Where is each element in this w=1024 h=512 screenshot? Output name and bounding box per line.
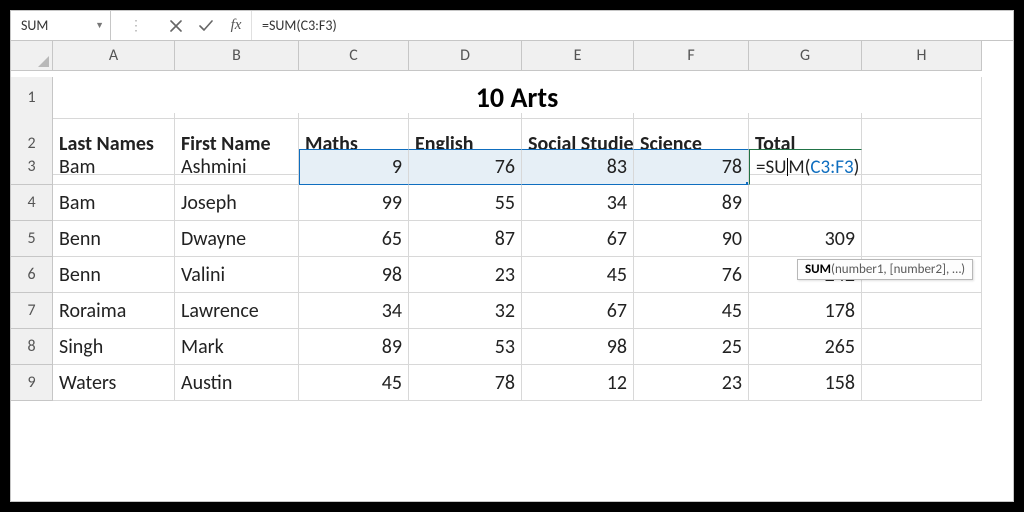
cell-B7[interactable]: Lawrence <box>175 293 299 329</box>
cell-H7[interactable] <box>862 293 982 329</box>
cell-F8[interactable]: 25 <box>634 329 749 365</box>
formula-bar: SUM ▼ ⋮ fx =SUM(C3:F3) <box>11 11 1013 41</box>
spreadsheet-grid[interactable]: A B C D E F G H 1 10 Arts 2 Last Names F… <box>11 41 1013 401</box>
cell-A8[interactable]: Singh <box>53 329 175 365</box>
cell-H3[interactable] <box>862 149 982 185</box>
cell-E7[interactable]: 67 <box>522 293 634 329</box>
cell-H8[interactable] <box>862 329 982 365</box>
cell-B5[interactable]: Dwayne <box>175 221 299 257</box>
cell-A4[interactable]: Bam <box>53 185 175 221</box>
formula-input[interactable]: =SUM(C3:F3) <box>251 11 1013 40</box>
cell-D7[interactable]: 32 <box>409 293 522 329</box>
spreadsheet-window: SUM ▼ ⋮ fx =SUM(C3:F3) A B C D E F G H 1… <box>10 10 1014 502</box>
cell-F4[interactable]: 89 <box>634 185 749 221</box>
cell-A5[interactable]: Benn <box>53 221 175 257</box>
cell-C7[interactable]: 34 <box>299 293 409 329</box>
chevron-down-icon: ▼ <box>95 20 104 31</box>
cell-D3[interactable]: 76 <box>409 149 522 185</box>
cell-B6[interactable]: Valini <box>175 257 299 293</box>
cell-D6[interactable]: 23 <box>409 257 522 293</box>
cell-B3[interactable]: Ashmini <box>175 149 299 185</box>
name-box-value: SUM <box>21 17 48 34</box>
fx-label: fx <box>231 17 242 34</box>
formula-input-value: =SUM(C3:F3) <box>262 17 337 34</box>
select-all-corner[interactable] <box>11 41 53 71</box>
cell-F9[interactable]: 23 <box>634 365 749 401</box>
cell-H5[interactable] <box>862 221 982 257</box>
cell-E9[interactable]: 12 <box>522 365 634 401</box>
col-header-G[interactable]: G <box>749 41 862 71</box>
col-header-E[interactable]: E <box>522 41 634 71</box>
cell-E3[interactable]: 83 <box>522 149 634 185</box>
cell-G5[interactable]: 309 <box>749 221 862 257</box>
cell-C5[interactable]: 65 <box>299 221 409 257</box>
cancel-formula-button[interactable] <box>161 11 191 40</box>
cell-E4[interactable]: 34 <box>522 185 634 221</box>
cell-E6[interactable]: 45 <box>522 257 634 293</box>
cell-D4[interactable]: 55 <box>409 185 522 221</box>
confirm-formula-button[interactable] <box>191 11 221 40</box>
cell-G8[interactable]: 265 <box>749 329 862 365</box>
cell-G9[interactable]: 158 <box>749 365 862 401</box>
cell-E5[interactable]: 67 <box>522 221 634 257</box>
row-header-9[interactable]: 9 <box>11 365 53 401</box>
col-header-D[interactable]: D <box>409 41 522 71</box>
cell-C3[interactable]: 9 <box>299 149 409 185</box>
cell-D9[interactable]: 78 <box>409 365 522 401</box>
col-header-F[interactable]: F <box>634 41 749 71</box>
cell-C4[interactable]: 99 <box>299 185 409 221</box>
tooltip-func: SUM <box>805 262 831 277</box>
insert-function-button[interactable]: fx <box>221 11 251 40</box>
cell-G7[interactable]: 178 <box>749 293 862 329</box>
row-header-4[interactable]: 4 <box>11 185 53 221</box>
cell-F3[interactable]: 78 <box>634 149 749 185</box>
cell-A9[interactable]: Waters <box>53 365 175 401</box>
name-box[interactable]: SUM ▼ <box>11 11 111 40</box>
col-header-A[interactable]: A <box>53 41 175 71</box>
cell-F5[interactable]: 90 <box>634 221 749 257</box>
col-header-C[interactable]: C <box>299 41 409 71</box>
cell-C8[interactable]: 89 <box>299 329 409 365</box>
cell-F7[interactable]: 45 <box>634 293 749 329</box>
row-header-8[interactable]: 8 <box>11 329 53 365</box>
cell-H4[interactable] <box>862 185 982 221</box>
cell-B8[interactable]: Mark <box>175 329 299 365</box>
cell-B9[interactable]: Austin <box>175 365 299 401</box>
cell-G4[interactable] <box>749 185 862 221</box>
formula-bar-divider: ⋮ <box>111 11 161 40</box>
cell-A7[interactable]: Roraima <box>53 293 175 329</box>
row-header-3[interactable]: 3 <box>11 149 53 185</box>
row-header-6[interactable]: 6 <box>11 257 53 293</box>
function-tooltip: SUM(number1, [number2], …) <box>797 259 973 280</box>
cell-A6[interactable]: Benn <box>53 257 175 293</box>
cell-H9[interactable] <box>862 365 982 401</box>
cell-G3-active[interactable]: =SUM(C3:F3) <box>749 149 862 185</box>
cell-A3[interactable]: Bam <box>53 149 175 185</box>
row-header-7[interactable]: 7 <box>11 293 53 329</box>
col-header-H[interactable]: H <box>862 41 982 71</box>
cell-D8[interactable]: 53 <box>409 329 522 365</box>
cell-C6[interactable]: 98 <box>299 257 409 293</box>
cell-D5[interactable]: 87 <box>409 221 522 257</box>
cell-B4[interactable]: Joseph <box>175 185 299 221</box>
row-header-5[interactable]: 5 <box>11 221 53 257</box>
cell-E8[interactable]: 98 <box>522 329 634 365</box>
col-header-B[interactable]: B <box>175 41 299 71</box>
cell-C9[interactable]: 45 <box>299 365 409 401</box>
tooltip-args: (number1, [number2], …) <box>831 262 965 277</box>
cell-F6[interactable]: 76 <box>634 257 749 293</box>
